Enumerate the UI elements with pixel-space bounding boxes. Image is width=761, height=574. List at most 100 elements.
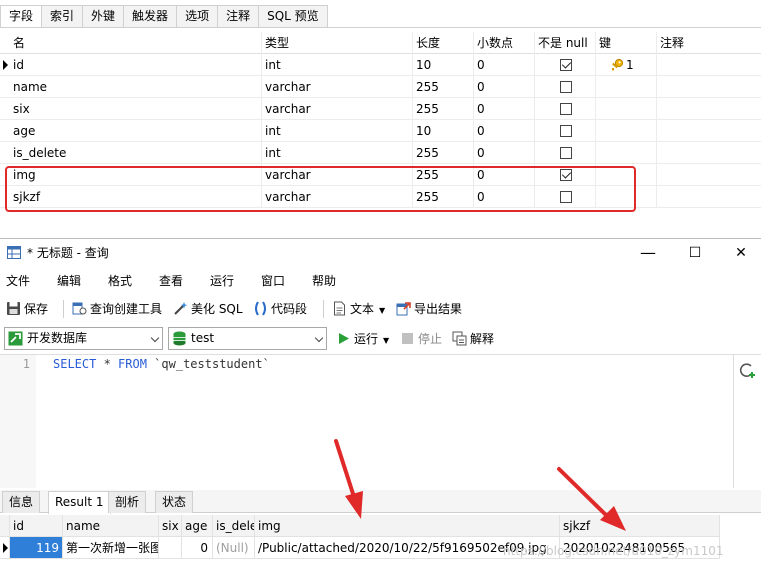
result-header-img[interactable]: img [255, 515, 560, 537]
result-header-row: id name six age is_delete img sjkzf [0, 515, 720, 537]
field-length[interactable]: 255 [413, 142, 474, 164]
text-mode-button[interactable]: 文本 ▼ [332, 295, 385, 323]
result-header-six[interactable]: six [159, 515, 182, 537]
menu-view[interactable]: 查看 [153, 269, 204, 293]
tab-info[interactable]: 信息 [2, 491, 41, 513]
field-not-null [535, 98, 596, 120]
field-length[interactable]: 255 [413, 98, 474, 120]
field-not-null [535, 142, 596, 164]
field-type[interactable]: int [262, 142, 413, 164]
field-key[interactable] [596, 76, 657, 98]
field-length[interactable]: 255 [413, 76, 474, 98]
field-comment[interactable] [657, 120, 761, 142]
field-comment[interactable] [657, 142, 761, 164]
tab-sql-preview[interactable]: SQL 预览 [258, 5, 328, 27]
result-header-name[interactable]: name [63, 515, 159, 537]
result-header-id[interactable]: id [10, 515, 63, 537]
save-button[interactable]: 保存 [6, 295, 48, 323]
result-header-is-delete[interactable]: is_delete [213, 515, 255, 537]
field-decimals[interactable]: 0 [474, 98, 535, 120]
field-comment[interactable] [657, 186, 761, 208]
maximize-button[interactable]: ☐ [675, 239, 715, 267]
sql-star: * [96, 357, 119, 371]
code-snippet-button[interactable]: 代码段 [253, 295, 307, 323]
result-header-sjkzf[interactable]: sjkzf [560, 515, 720, 537]
field-not-null [535, 76, 596, 98]
menu-format[interactable]: 格式 [102, 269, 153, 293]
not-null-checkbox[interactable] [560, 103, 572, 115]
result-cell-six[interactable] [159, 537, 182, 559]
menu-help[interactable]: 帮助 [306, 269, 357, 293]
tab-triggers[interactable]: 触发器 [123, 5, 178, 27]
not-null-checkbox[interactable] [560, 147, 572, 159]
field-row[interactable]: is_delete int 255 0 [0, 142, 761, 164]
field-length[interactable]: 10 [413, 54, 474, 76]
field-row[interactable]: id int 10 0 1 [0, 54, 761, 76]
minimize-button[interactable]: — [628, 239, 668, 267]
not-null-checkbox[interactable] [560, 81, 572, 93]
field-name[interactable]: name [10, 76, 262, 98]
field-type[interactable]: int [262, 120, 413, 142]
sql-editor[interactable]: 1 SELECT * FROM `qw_teststudent` [0, 355, 733, 488]
tab-indexes[interactable]: 索引 [41, 5, 84, 27]
database-select[interactable]: test [168, 327, 327, 350]
tab-comment[interactable]: 注释 [217, 5, 260, 27]
refresh-add-icon[interactable] [738, 362, 756, 380]
field-decimals[interactable]: 0 [474, 76, 535, 98]
field-decimals[interactable]: 0 [474, 120, 535, 142]
field-row[interactable]: age int 10 0 [0, 120, 761, 142]
tab-foreign-keys[interactable]: 外键 [82, 5, 125, 27]
field-name[interactable]: id [10, 54, 262, 76]
field-key[interactable]: 1 [596, 54, 657, 76]
result-header-age[interactable]: age [182, 515, 213, 537]
field-type[interactable]: varchar [262, 98, 413, 120]
beautify-sql-button[interactable]: 美化 SQL [173, 295, 243, 323]
field-name[interactable]: is_delete [10, 142, 262, 164]
field-type[interactable]: int [262, 54, 413, 76]
menu-edit[interactable]: 编辑 [51, 269, 102, 293]
close-button[interactable]: ✕ [721, 239, 761, 267]
field-row[interactable]: six varchar 255 0 [0, 98, 761, 120]
field-comment[interactable] [657, 76, 761, 98]
result-cell-name[interactable]: 第一次新增一张图 [63, 537, 159, 559]
line-number: 1 [22, 357, 30, 371]
field-key[interactable] [596, 120, 657, 142]
window-title: * 无标题 - 查询 [27, 246, 109, 260]
primary-key-icon [612, 58, 624, 71]
menu-run[interactable]: 运行 [204, 269, 255, 293]
field-decimals[interactable]: 0 [474, 54, 535, 76]
field-key[interactable] [596, 98, 657, 120]
field-length[interactable]: 10 [413, 120, 474, 142]
field-name[interactable]: six [10, 98, 262, 120]
row-indicator [0, 537, 10, 559]
result-cell-is-delete[interactable]: (Null) [213, 537, 255, 559]
export-results-button[interactable]: 导出结果 [396, 295, 462, 323]
query-builder-button[interactable]: 查询创建工具 [72, 295, 162, 323]
field-decimals[interactable]: 0 [474, 142, 535, 164]
field-row[interactable]: name varchar 255 0 [0, 76, 761, 98]
run-label: 运行 [354, 332, 379, 346]
field-comment[interactable] [657, 98, 761, 120]
tab-status[interactable]: 状态 [155, 491, 194, 513]
menu-window[interactable]: 窗口 [255, 269, 306, 293]
connection-select[interactable]: 开发数据库 [4, 327, 163, 350]
tab-options[interactable]: 选项 [176, 5, 219, 27]
menu-file[interactable]: 文件 [0, 269, 51, 293]
field-name[interactable]: age [10, 120, 262, 142]
run-button[interactable]: 运行 ▼ [336, 325, 389, 353]
tab-profile[interactable]: 剖析 [108, 491, 147, 513]
field-comment[interactable] [657, 54, 761, 76]
result-cell-id[interactable]: 119 [10, 537, 63, 559]
explain-label: 解释 [470, 332, 495, 346]
sql-code-line[interactable]: SELECT * FROM `qw_teststudent` [53, 357, 270, 371]
result-cell-age[interactable]: 0 [182, 537, 213, 559]
not-null-checkbox[interactable] [560, 125, 572, 137]
tab-result-1[interactable]: Result 1 [48, 491, 111, 514]
tab-fields[interactable]: 字段 [0, 5, 43, 28]
explain-button[interactable]: 解释 [452, 325, 494, 353]
field-key[interactable] [596, 142, 657, 164]
field-type[interactable]: varchar [262, 76, 413, 98]
field-comment[interactable] [657, 164, 761, 186]
stop-button[interactable]: 停止 [400, 325, 442, 353]
not-null-checkbox[interactable] [560, 59, 572, 71]
